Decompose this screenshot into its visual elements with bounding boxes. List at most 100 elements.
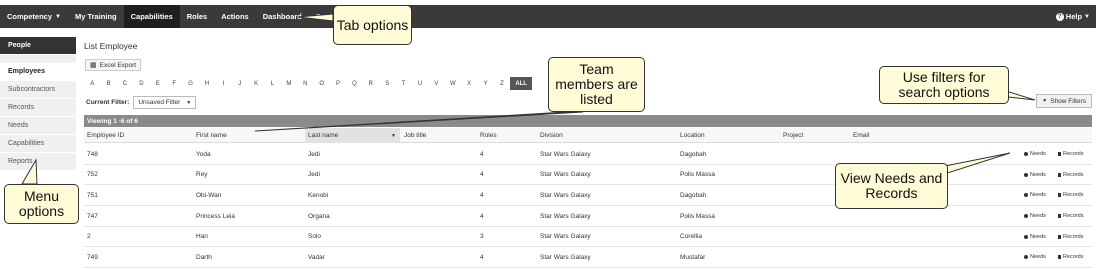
table-row[interactable]: 749 Darth Vadar 4 Star Wars Galaxy Mustafar Ne… xyxy=(84,247,1092,269)
column-header-job-title[interactable]: Job title xyxy=(404,128,474,143)
top-nav-bar: Competency ▼ My Training Capabilities Rol… xyxy=(0,5,1096,28)
sidebar-item-subcontractors[interactable]: Subcontractors xyxy=(0,81,76,99)
letter-filter-f[interactable]: F xyxy=(166,77,182,90)
sidebar-item-needs[interactable]: Needs xyxy=(0,117,76,135)
needs-link[interactable]: Needs xyxy=(1024,227,1046,247)
tab-actions[interactable]: Actions xyxy=(214,5,256,28)
dot-icon xyxy=(1024,172,1028,177)
letter-filter-k[interactable]: K xyxy=(248,77,264,90)
grid-icon: ▦ xyxy=(90,62,97,69)
sidebar-item-employees[interactable]: Employees xyxy=(0,63,76,81)
letter-filter-p[interactable]: P xyxy=(330,77,346,90)
needs-link[interactable]: Needs xyxy=(1024,144,1046,164)
callout-text: Use filters for search options xyxy=(898,69,990,100)
letter-filter-o[interactable]: O xyxy=(313,77,329,90)
letter-filter-all[interactable]: ALL xyxy=(510,77,533,90)
records-label: Records xyxy=(1063,192,1084,199)
table-row[interactable]: 2 Han Solo 3 Star Wars Galaxy Corellia Needs Re… xyxy=(84,227,1092,248)
records-link[interactable]: Records xyxy=(1058,206,1083,226)
cell-id: 749 xyxy=(87,253,98,261)
needs-link[interactable]: Needs xyxy=(1024,165,1046,185)
letter-filter-u[interactable]: U xyxy=(412,77,428,90)
letter-filter-t[interactable]: T xyxy=(395,77,411,90)
column-header-roles[interactable]: Roles xyxy=(480,128,530,143)
letter-filter-j[interactable]: J xyxy=(232,77,248,90)
cell-first: Darth xyxy=(196,253,212,261)
tab-capabilities[interactable]: Capabilities xyxy=(123,5,180,28)
cell-first: Princess Leia xyxy=(196,212,236,220)
records-link[interactable]: Records xyxy=(1058,144,1083,164)
letter-filter-y[interactable]: Y xyxy=(477,77,493,90)
records-link[interactable]: Records xyxy=(1058,165,1083,185)
letter-filter-b[interactable]: B xyxy=(100,77,116,90)
letter-filter-x[interactable]: X xyxy=(461,77,477,90)
needs-label: Needs xyxy=(1030,151,1046,157)
cell-division: Star Wars Galaxy xyxy=(540,150,591,158)
excel-export-button[interactable]: ▦ Excel Export xyxy=(85,59,142,71)
cell-last: Solo xyxy=(308,233,322,241)
current-filter-select[interactable]: Unsaved Filter ▼ xyxy=(133,96,197,109)
help-menu[interactable]: ? Help ▼ xyxy=(1055,12,1096,21)
question-circle-icon: ? xyxy=(1055,12,1064,21)
letter-filter-z[interactable]: Z xyxy=(494,77,510,90)
cell-location: Dagobah xyxy=(680,150,707,158)
sidebar-item-records[interactable]: Records xyxy=(0,99,76,117)
column-header-last-name[interactable]: Last name ▼ xyxy=(305,128,400,143)
letter-filter-a[interactable]: A xyxy=(84,77,100,90)
show-filters-button[interactable]: ▼ Show Filters xyxy=(1036,94,1092,108)
column-header-location[interactable]: Location xyxy=(680,128,770,143)
cell-last: Vadar xyxy=(308,253,325,261)
tab-roles[interactable]: Roles xyxy=(180,5,214,28)
needs-link[interactable]: Needs xyxy=(1024,185,1046,205)
sidebar: People Employees Subcontractors Records … xyxy=(0,37,76,171)
records-link[interactable]: Records xyxy=(1058,247,1083,267)
letter-filter-r[interactable]: R xyxy=(363,77,379,90)
column-header-first-name[interactable]: First name xyxy=(196,128,301,143)
sidebar-item-capabilities[interactable]: Capabilities xyxy=(0,135,76,153)
letter-filter-e[interactable]: E xyxy=(150,77,166,90)
caret-down-icon: ▼ xyxy=(55,13,61,20)
column-header-project[interactable]: Project xyxy=(783,128,843,143)
tab-dashboard[interactable]: Dashboard xyxy=(256,5,309,28)
cell-id: 747 xyxy=(87,212,98,220)
cell-roles: 4 xyxy=(480,171,484,179)
letter-filter-n[interactable]: N xyxy=(297,77,313,90)
records-link[interactable]: Records xyxy=(1058,227,1083,247)
sidebar-item-reports[interactable]: Reports xyxy=(0,153,76,171)
records-label: Records xyxy=(1063,171,1084,178)
letter-filter-i[interactable]: I xyxy=(215,77,231,90)
sidebar-spacer xyxy=(0,55,76,63)
cell-last: Jedi xyxy=(308,171,320,179)
column-header-division[interactable]: Division xyxy=(540,128,660,143)
records-link[interactable]: Records xyxy=(1058,185,1083,205)
needs-label: Needs xyxy=(1030,171,1046,178)
callout-tab-options: Tab options xyxy=(333,5,412,45)
letter-filter-h[interactable]: H xyxy=(199,77,215,90)
needs-label: Needs xyxy=(1030,254,1046,261)
cell-last: Kenobi xyxy=(308,191,329,199)
sidebar-header-people[interactable]: People xyxy=(0,37,76,55)
needs-label: Needs xyxy=(1030,192,1046,199)
letter-filter-c[interactable]: C xyxy=(117,77,133,90)
needs-link[interactable]: Needs xyxy=(1024,206,1046,226)
letter-filter-m[interactable]: M xyxy=(281,77,297,90)
table-row[interactable]: 747 Princess Leia Organa 4 Star Wars Galaxy P… xyxy=(84,206,1092,227)
column-header-email[interactable]: Email xyxy=(853,128,913,143)
needs-link[interactable]: Needs xyxy=(1024,247,1046,267)
tab-label: Competency xyxy=(7,12,53,21)
letter-filter-d[interactable]: D xyxy=(133,77,149,90)
tab-my-training[interactable]: My Training xyxy=(68,5,124,28)
letter-filter-s[interactable]: S xyxy=(379,77,395,90)
table-row[interactable]: 748 Yoda Jedi 4 Star Wars Galaxy Dagobah Needs… xyxy=(84,144,1092,165)
current-filter-label: Current Filter: xyxy=(86,99,130,106)
document-icon xyxy=(1058,255,1061,260)
letter-filter-q[interactable]: Q xyxy=(346,77,362,90)
letter-filter-g[interactable]: G xyxy=(182,77,198,90)
letter-filter-l[interactable]: L xyxy=(264,77,280,90)
column-header-employee-id[interactable]: Employee ID xyxy=(87,128,192,143)
dot-icon xyxy=(1024,234,1028,239)
letter-filter-v[interactable]: V xyxy=(428,77,444,90)
letter-filter-w[interactable]: W xyxy=(445,77,461,90)
tab-competency[interactable]: Competency ▼ xyxy=(0,5,68,28)
records-label: Records xyxy=(1063,151,1084,157)
